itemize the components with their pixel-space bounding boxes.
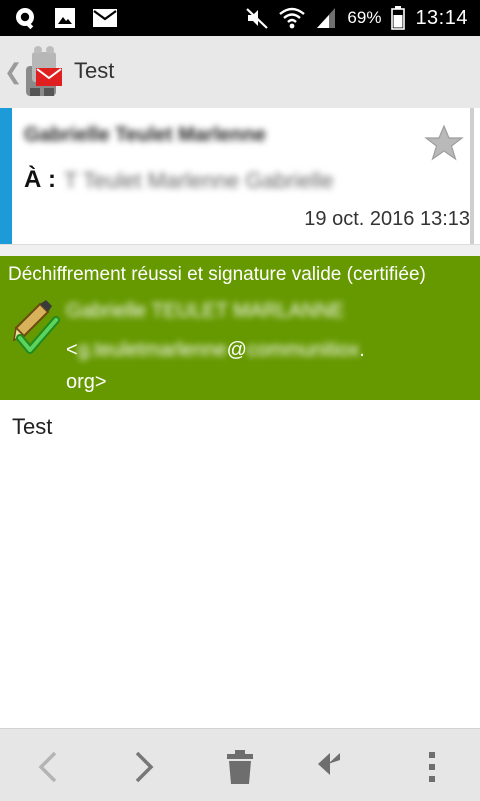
notification-icons	[14, 6, 118, 30]
email-bracket-open: <	[66, 339, 78, 361]
bottom-action-bar	[0, 728, 480, 801]
signature-verified-icon	[10, 298, 64, 354]
battery-icon	[391, 6, 406, 30]
battery-percent: 69%	[347, 8, 382, 27]
system-indicators: 69% 13:14	[245, 0, 468, 36]
message-header[interactable]: Gabrielle Teulet Marlenne À : T Teulet M…	[0, 108, 480, 244]
signal-icon	[315, 6, 337, 30]
email-dot: .	[359, 339, 365, 361]
mail-icon	[92, 8, 118, 28]
star-icon[interactable]	[424, 124, 464, 162]
email-at-sign: @	[226, 339, 247, 361]
wifi-icon	[279, 6, 306, 30]
next-icon[interactable]	[126, 749, 162, 785]
header-scrollbar	[470, 108, 474, 244]
email-tld: org>	[66, 371, 107, 393]
reply-all-icon[interactable]	[318, 749, 362, 785]
search-icon	[14, 6, 38, 30]
clock: 13:14	[415, 6, 468, 29]
action-bar: ❮ Test	[0, 36, 480, 109]
action-bar-title: Test	[74, 58, 115, 83]
app-logo-icon[interactable]	[20, 44, 68, 100]
mute-icon	[245, 6, 269, 30]
recipient-value[interactable]: T Teulet Marlenne Gabrielle	[64, 168, 333, 194]
delete-icon[interactable]	[222, 749, 258, 785]
previous-icon[interactable]	[30, 749, 66, 785]
sender-name[interactable]: Gabrielle Teulet Marlenne	[24, 124, 266, 147]
overflow-menu-icon[interactable]	[414, 749, 450, 785]
crypto-status-text: Déchiffrement réussi et signature valide…	[8, 264, 426, 285]
message-body: Test	[12, 414, 53, 439]
status-bar: 69% 13:14	[0, 0, 480, 36]
email-domain: communitiox	[246, 339, 360, 361]
signer-name: Gabrielle TEULET MARLANNE	[66, 300, 345, 322]
sender-color-accent	[0, 108, 12, 244]
crypto-status-banner[interactable]: Déchiffrement réussi et signature valide…	[0, 256, 480, 400]
signer-email: <g.teuletmarlenne@communitiox. org>	[66, 334, 476, 398]
email-local-part: g.teuletmarlenne	[77, 339, 227, 361]
image-icon	[54, 7, 76, 29]
recipient-label: À :	[24, 166, 56, 193]
message-date: 19 oct. 2016 13:13	[304, 208, 470, 230]
